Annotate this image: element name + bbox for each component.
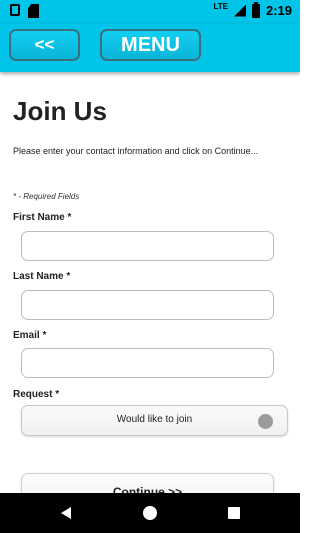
system-nav-bar: [0, 493, 300, 533]
request-selected-value: Would like to join: [116, 414, 193, 425]
signal-icon: [233, 4, 246, 17]
recent-apps-icon[interactable]: [228, 507, 240, 519]
page-title: Join Us: [13, 96, 107, 126]
request-select[interactable]: Would like to join: [21, 405, 288, 436]
first-name-label: First Name *: [13, 212, 72, 223]
last-name-field[interactable]: [21, 290, 274, 320]
status-time: 2:19: [265, 3, 292, 18]
status-right: LTE 2:19: [213, 1, 292, 18]
last-name-label: Last Name *: [13, 271, 71, 282]
back-button[interactable]: <<: [9, 29, 80, 61]
email-field[interactable]: [21, 348, 274, 378]
battery-icon: [251, 1, 260, 18]
status-left-icons: [10, 4, 39, 18]
square-notification-icon: [10, 4, 20, 16]
app-bar: << MENU: [0, 24, 300, 72]
menu-button[interactable]: MENU: [100, 29, 201, 61]
home-icon[interactable]: [143, 506, 157, 520]
email-label: Email *: [13, 330, 47, 341]
lte-icon: LTE: [213, 2, 228, 11]
first-name-field[interactable]: [21, 231, 274, 261]
required-fields-note: * - Required Fields: [13, 192, 80, 201]
radio-indicator-icon: [258, 414, 273, 429]
request-label: Request *: [13, 389, 60, 400]
sd-card-icon: [28, 4, 39, 18]
back-icon[interactable]: [61, 507, 71, 519]
status-bar: LTE 2:19: [0, 0, 300, 24]
screen: LTE 2:19 << MENU Join Us Please enter yo…: [0, 0, 300, 533]
intro-text: Please enter your contact information an…: [13, 146, 259, 156]
